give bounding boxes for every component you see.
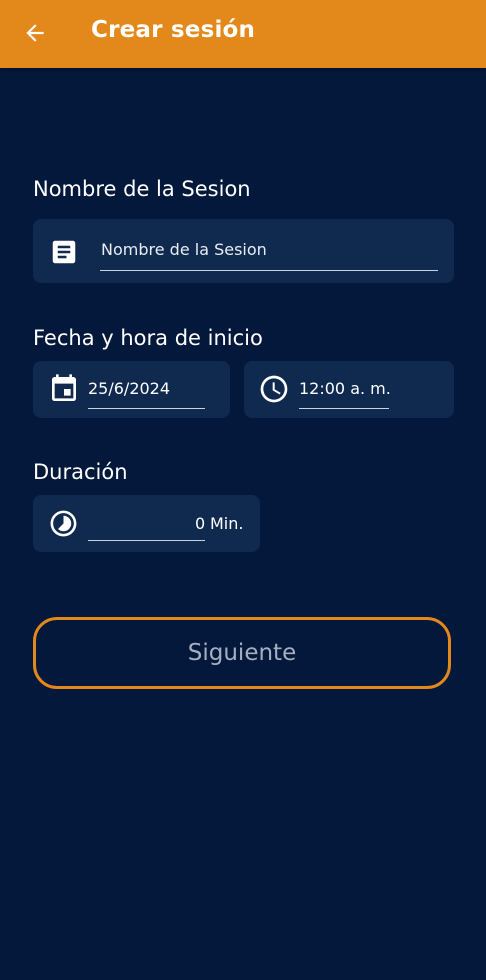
session-name-underline <box>100 270 438 271</box>
arrow-left-icon <box>26 24 44 42</box>
date-underline <box>88 408 205 409</box>
duration-value[interactable]: 0 <box>195 514 205 533</box>
clock-icon <box>260 375 288 403</box>
duration-label: Duración <box>33 460 128 484</box>
time-field[interactable]: 12:00 a. m. <box>244 361 454 418</box>
back-button[interactable] <box>18 14 52 52</box>
date-value[interactable]: 25/6/2024 <box>88 379 170 398</box>
next-button[interactable]: Siguiente <box>33 617 451 689</box>
notes-icon <box>52 240 76 264</box>
calendar-icon <box>52 374 76 401</box>
page-title: Crear sesión <box>91 17 256 43</box>
start-datetime-label: Fecha y hora de inicio <box>33 326 263 350</box>
timelapse-icon <box>50 510 77 537</box>
session-name-field[interactable]: Nombre de la Sesion <box>33 219 454 283</box>
duration-underline <box>88 540 205 541</box>
time-underline <box>299 408 389 409</box>
app-bar: Crear sesión <box>0 0 486 68</box>
time-value[interactable]: 12:00 a. m. <box>299 379 391 398</box>
duration-unit: Min. <box>210 514 244 533</box>
date-field[interactable]: 25/6/2024 <box>33 361 230 418</box>
duration-field[interactable]: 0 Min. <box>33 495 260 552</box>
session-name-label: Nombre de la Sesion <box>33 177 251 201</box>
session-name-input[interactable]: Nombre de la Sesion <box>101 240 267 259</box>
